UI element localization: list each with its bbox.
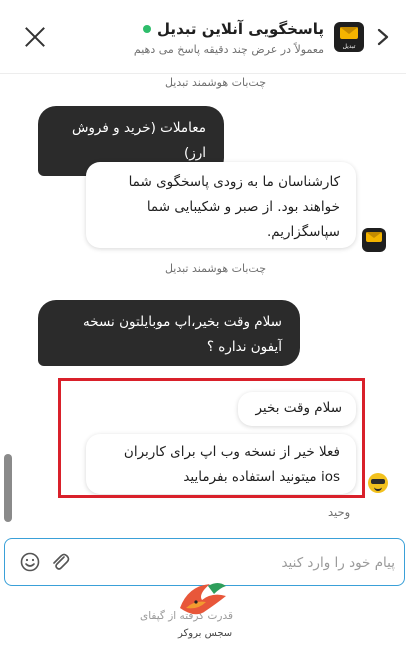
bot-sender-label: چت‌بات هوشمند تبدیل — [164, 262, 266, 275]
header-title-row: پاسخگویی آنلاین تبدیل — [143, 20, 324, 38]
brand-logo: تبدیل — [334, 22, 364, 52]
scrollbar-thumb[interactable] — [4, 454, 12, 522]
online-status-dot — [143, 25, 152, 33]
watermark-fox-logo — [168, 578, 238, 626]
agent-message-bubble: فعلا خیر از نسخه وب اپ برای کاربران ios … — [86, 434, 356, 494]
chat-widget: پاسخگویی آنلاین تبدیل معمولاً در عرض چند… — [0, 0, 406, 645]
agent-message-bubble: سلام وقت بخیر — [238, 392, 356, 426]
envelope-icon — [340, 27, 358, 39]
agent-name-label: وحید — [328, 505, 351, 519]
envelope-icon — [366, 232, 382, 242]
chevron-right-icon[interactable] — [376, 28, 390, 46]
corner-decoration — [0, 598, 42, 645]
header-title: پاسخگویی آنلاین تبدیل — [157, 20, 324, 38]
bot-message-bubble: کارشناسان ما به زودی پاسخگوی شما خواهند … — [86, 162, 356, 248]
bot-sender-label: چت‌بات هوشمند تبدیل — [164, 76, 266, 89]
messages-scrollbar[interactable] — [4, 76, 12, 526]
bot-avatar — [362, 228, 386, 252]
agent-avatar — [368, 473, 388, 493]
header-subtitle: معمولاً در عرض چند دقیقه پاسخ می دهیم — [133, 43, 324, 56]
chat-header: پاسخگویی آنلاین تبدیل معمولاً در عرض چند… — [0, 0, 406, 74]
watermark-text: سجس بروکر — [178, 628, 233, 639]
message-input[interactable] — [79, 551, 395, 575]
close-icon[interactable] — [22, 24, 48, 50]
footer: قدرت گرفته از گپفای سجس بروکر — [0, 583, 406, 645]
brand-logo-text: تبدیل — [342, 43, 356, 50]
user-message-bubble: سلام وقت بخیر،اپ موبایلتون نسخه آیفون ند… — [38, 300, 300, 366]
smile-icon[interactable] — [19, 551, 41, 573]
paperclip-icon[interactable] — [49, 551, 71, 573]
